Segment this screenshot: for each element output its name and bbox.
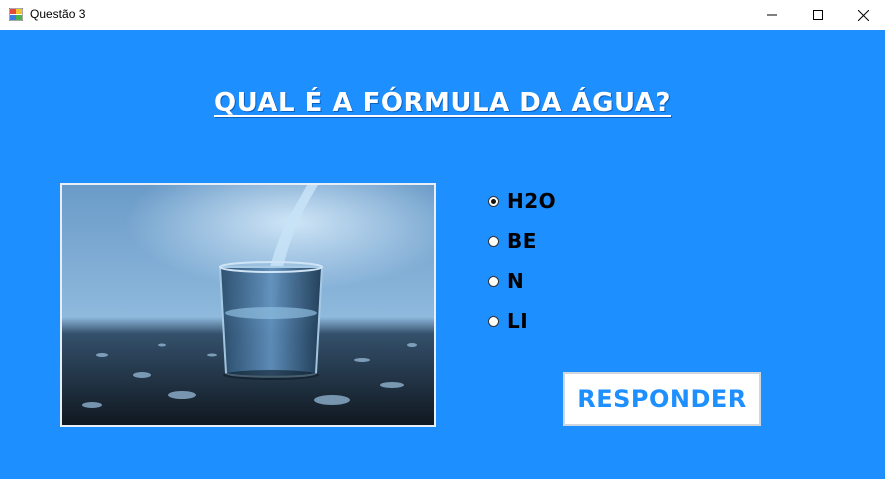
option-n[interactable]: N <box>488 268 524 294</box>
app-window: Questão 3 QUAL É A FÓRMULA DA ÁGUA? H2O … <box>0 0 885 479</box>
option-label: H2O <box>507 189 557 213</box>
water-glass-photo <box>60 183 436 427</box>
minimize-icon <box>767 14 777 16</box>
form-client-area: QUAL É A FÓRMULA DA ÁGUA? H2O BE N LI RE… <box>0 30 885 479</box>
option-h2o[interactable]: H2O <box>488 188 556 214</box>
minimize-button[interactable] <box>749 0 795 30</box>
water-glass-illustration <box>62 185 434 425</box>
window-title: Questão 3 <box>30 7 86 21</box>
submit-button[interactable]: RESPONDER <box>563 372 761 426</box>
radio-button-checked[interactable] <box>488 195 499 207</box>
option-be[interactable]: BE <box>488 228 537 254</box>
question-title: QUAL É A FÓRMULA DA ÁGUA? <box>214 88 671 118</box>
option-label: LI <box>507 309 529 333</box>
close-button[interactable] <box>840 0 885 30</box>
title-bar: Questão 3 <box>0 0 885 30</box>
maximize-icon <box>813 10 823 20</box>
radio-button[interactable] <box>488 275 499 287</box>
option-label: BE <box>507 229 537 253</box>
radio-button[interactable] <box>488 235 499 247</box>
radio-button[interactable] <box>488 315 499 327</box>
close-icon <box>857 9 869 21</box>
option-li[interactable]: LI <box>488 308 528 334</box>
maximize-button[interactable] <box>795 0 841 30</box>
app-icon <box>9 8 23 21</box>
option-label: N <box>507 269 525 293</box>
